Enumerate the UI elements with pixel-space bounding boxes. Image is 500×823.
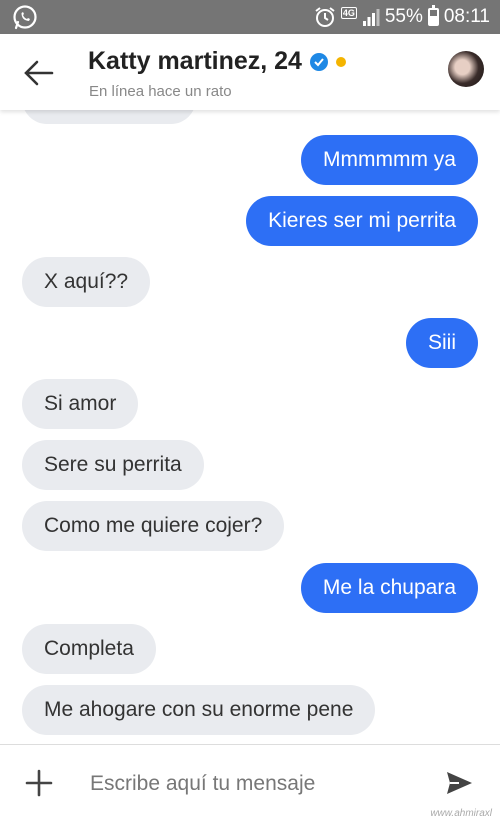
message-bubble-incoming: Completa [22,624,156,674]
message-bubble-incoming: Me ahogare con su enorme pene [22,685,376,735]
whatsapp-icon [13,5,37,30]
verified-icon [309,52,328,71]
message-composer: www.ahmiraxl [0,744,500,823]
chat-header: Katty martinez, 24 En línea hace un rato [0,34,500,110]
message-bubble-incoming: Sere su perrita [22,440,204,490]
message-bubble-incoming: Como me quiere cojer? [22,501,285,551]
alarm-icon [315,7,335,27]
message-bubble-incoming: Si amor [22,379,139,429]
watermark: www.ahmiraxl [430,808,492,819]
battery-icon [427,5,439,26]
message-list[interactable]: Mmmmmm ya Kieres ser mi perrita X aquí??… [0,110,500,746]
message-bubble-outgoing: Me la chupara [300,563,478,613]
signal-icon [362,9,380,26]
network-type: 4G [340,7,357,19]
battery-percent: 55% [384,6,423,27]
online-status-dot [335,56,346,67]
message-bubble-outgoing: Siii [405,318,478,368]
message-bubble-outgoing: Kieres ser mi perrita [246,196,478,246]
message-bubble-outgoing: Mmmmmm ya [301,135,478,185]
status-bar: 4G 55% 08:11 [0,0,500,34]
send-icon[interactable] [444,768,474,798]
message-bubble-incoming: X aquí?? [22,257,151,307]
message-bubble-incoming [22,110,196,124]
message-input[interactable] [88,763,422,805]
last-seen-status: En línea hace un rato [89,83,232,100]
plus-icon[interactable] [24,768,54,798]
clock: 08:11 [443,6,490,27]
avatar[interactable] [448,51,484,87]
title-row[interactable]: Katty martinez, 24 [88,47,346,76]
arrow-left-icon[interactable] [22,56,56,90]
contact-name[interactable]: Katty martinez, 24 [88,47,302,76]
